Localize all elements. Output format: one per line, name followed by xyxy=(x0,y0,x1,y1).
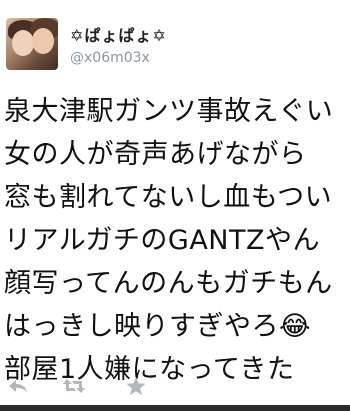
tweet-line: リアルガチのGANTZやん xyxy=(4,225,320,256)
display-name[interactable]: ✡ぱょぱょ✡ xyxy=(70,22,167,46)
star-icon-svg xyxy=(126,377,146,395)
star-icon[interactable] xyxy=(124,376,148,398)
tweet-line: 顔写ってんのんもガチもん xyxy=(4,268,333,299)
tweet-text: 泉大津駅ガンツ事故えぐい 女の人が奇声あげながら 窓も割れてないし血もつい リア… xyxy=(4,90,350,391)
bottom-bar xyxy=(0,405,350,411)
avatar[interactable] xyxy=(6,18,58,70)
tweet-actions xyxy=(0,372,350,402)
tweet-line: はっきし映りすぎやろ😂 xyxy=(4,311,312,342)
tweet: ✡ぱょぱょ✡ @x06m03x 泉大津駅ガンツ事故えぐい 女の人が奇声あげながら… xyxy=(0,0,350,411)
retweet-icon[interactable] xyxy=(62,376,86,398)
tweet-line: 女の人が奇声あげながら xyxy=(4,139,307,170)
tweet-line: 泉大津駅ガンツ事故えぐい xyxy=(4,96,334,127)
reply-icon-svg xyxy=(9,380,27,392)
tweet-line: 窓も割れてないし血もつい xyxy=(4,182,333,213)
avatar-face-right xyxy=(32,28,54,54)
reply-icon[interactable] xyxy=(6,376,30,398)
avatar-face-left xyxy=(12,30,34,56)
retweet-icon-svg xyxy=(63,379,85,393)
user-handle[interactable]: @x06m03x xyxy=(70,50,150,66)
